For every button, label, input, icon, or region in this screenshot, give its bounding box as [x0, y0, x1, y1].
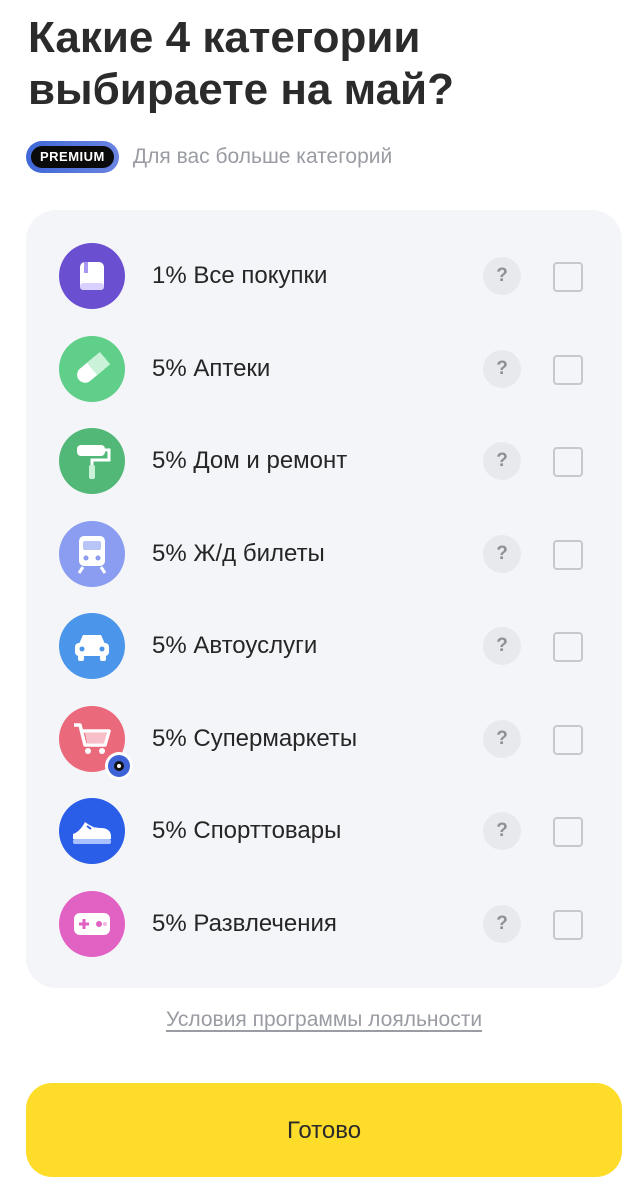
category-checkbox[interactable] — [553, 632, 583, 662]
loyalty-program-link[interactable]: Условия программы лояльности — [0, 1008, 638, 1032]
category-label: 5% Ж/д билеты — [152, 540, 325, 567]
help-button[interactable]: ? — [483, 442, 521, 480]
sneaker-icon — [59, 798, 125, 864]
category-checkbox[interactable] — [553, 540, 583, 570]
cart-icon — [59, 706, 133, 780]
category-label: 1% Все покупки — [152, 262, 328, 289]
category-checkbox[interactable] — [553, 447, 583, 477]
category-label: 5% Развлечения — [152, 910, 337, 937]
train-icon — [59, 521, 125, 587]
gamepad-icon — [59, 891, 125, 957]
category-label: 5% Автоуслуги — [152, 632, 318, 659]
category-row-supermarkets[interactable]: 5% Супермаркеты ? — [26, 693, 622, 785]
help-button[interactable]: ? — [483, 720, 521, 758]
category-row-auto-services[interactable]: 5% Автоуслуги ? — [26, 600, 622, 692]
help-button[interactable]: ? — [483, 350, 521, 388]
category-row-all-purchases[interactable]: 1% Все покупки ? — [26, 230, 622, 322]
category-row-railway-tickets[interactable]: 5% Ж/д билеты ? — [26, 508, 622, 600]
premium-badge: PREMIUM — [26, 141, 119, 173]
premium-row: PREMIUM Для вас больше категорий — [26, 140, 392, 174]
done-button[interactable]: Готово — [26, 1083, 622, 1177]
category-label: 5% Дом и ремонт — [152, 447, 348, 474]
bag-icon — [59, 243, 125, 309]
category-row-home-repair[interactable]: 5% Дом и ремонт ? — [26, 415, 622, 507]
help-button[interactable]: ? — [483, 627, 521, 665]
category-row-pharmacies[interactable]: 5% Аптеки ? — [26, 323, 622, 415]
help-button[interactable]: ? — [483, 812, 521, 850]
car-icon — [59, 613, 125, 679]
help-button[interactable]: ? — [483, 257, 521, 295]
categories-card: 1% Все покупки ? 5% Аптеки ? 5% Дом и ре… — [26, 210, 622, 988]
paint-roller-icon — [59, 428, 125, 494]
help-button[interactable]: ? — [483, 905, 521, 943]
category-row-sporting-goods[interactable]: 5% Спорттовары ? — [26, 785, 622, 877]
category-checkbox[interactable] — [553, 262, 583, 292]
category-checkbox[interactable] — [553, 910, 583, 940]
premium-badge-label: PREMIUM — [31, 146, 114, 168]
category-label: 5% Аптеки — [152, 355, 271, 382]
help-button[interactable]: ? — [483, 535, 521, 573]
premium-description: Для вас больше категорий — [132, 145, 393, 168]
category-label: 5% Супермаркеты — [152, 725, 358, 752]
pill-icon — [59, 336, 125, 402]
premium-mark-icon — [105, 752, 133, 780]
category-row-entertainment[interactable]: 5% Развлечения ? — [26, 878, 622, 970]
category-checkbox[interactable] — [553, 725, 583, 755]
category-checkbox[interactable] — [553, 355, 583, 385]
category-checkbox[interactable] — [553, 817, 583, 847]
page-title: Какие 4 категории выбираете на май? — [28, 13, 454, 114]
category-label: 5% Спорттовары — [152, 817, 342, 844]
